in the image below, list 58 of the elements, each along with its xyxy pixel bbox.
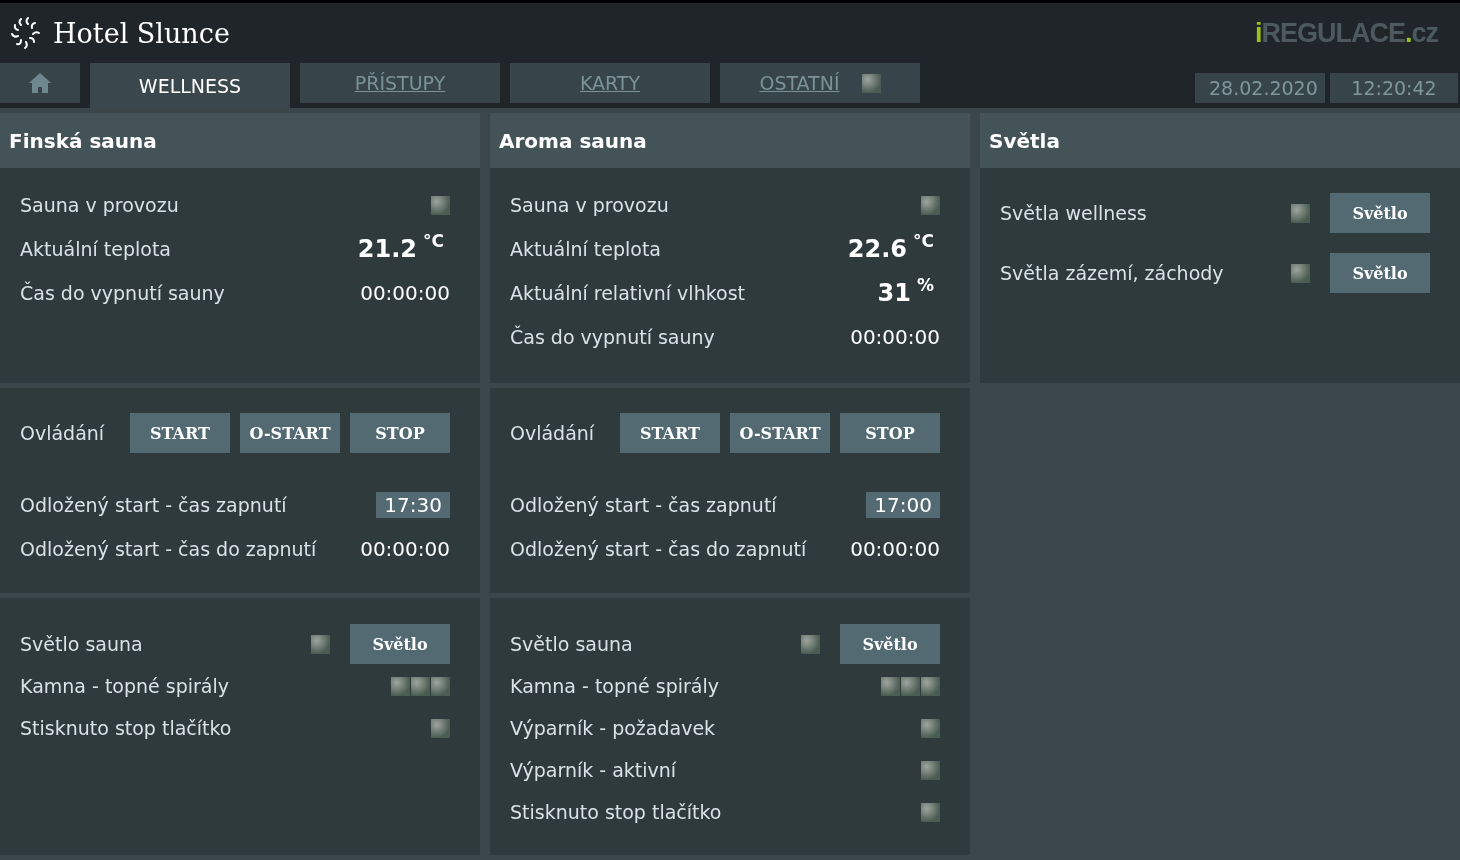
control-button[interactable]: START <box>130 413 230 453</box>
row-label: Výparník - požadavek <box>510 717 717 739</box>
row-label: Kamna - topné spirály <box>510 675 721 697</box>
nav-tab[interactable]: OSTATNÍ <box>720 63 920 103</box>
light-button[interactable]: Světlo <box>1330 253 1430 293</box>
hotel-title: Hotel Slunce <box>53 17 230 49</box>
time-value: 00:00:00 <box>850 325 940 349</box>
measured-value: 21.2 <box>357 235 417 263</box>
nav-tab[interactable]: WELLNESS <box>90 63 290 108</box>
time-setpoint-field[interactable]: 17:30 <box>376 492 450 518</box>
light-button[interactable]: Světlo <box>350 624 450 664</box>
home-icon <box>28 72 52 94</box>
measured-value: 31 <box>877 279 911 307</box>
row-label: Světla zázemí, záchody <box>1000 262 1225 284</box>
control-button[interactable]: O-START <box>730 413 830 453</box>
brand-logo: iREGULACE.cz <box>1254 17 1438 49</box>
control-button[interactable]: O-START <box>240 413 340 453</box>
row-label: Odložený start - čas zapnutí <box>510 494 778 516</box>
row-label: Stisknuto stop tlačítko <box>510 801 723 823</box>
control-button[interactable]: STOP <box>840 413 940 453</box>
row-label: Světlo sauna <box>20 633 144 655</box>
light-button[interactable]: Světlo <box>1330 193 1430 233</box>
nav-tab[interactable]: PŘÍSTUPY <box>300 63 500 103</box>
unit-label: °C <box>423 231 444 251</box>
row-label: Kamna - topné spirály <box>20 675 231 697</box>
row-label: Čas do vypnutí sauny <box>510 326 716 348</box>
row-label: Stisknuto stop tlačítko <box>20 717 233 739</box>
row-label: Ovládání <box>20 422 105 444</box>
home-tab[interactable] <box>0 63 80 103</box>
control-button[interactable]: STOP <box>350 413 450 453</box>
time-value: 00:00:00 <box>360 281 450 305</box>
row-label: Čas do vypnutí sauny <box>20 282 226 304</box>
unit-label: °C <box>913 231 934 251</box>
light-button[interactable]: Světlo <box>840 624 940 664</box>
row-label: Světla wellness <box>1000 202 1148 224</box>
panel-header: Světla <box>980 113 1460 168</box>
time-display: 12:20:42 <box>1330 73 1458 103</box>
unit-label: % <box>916 275 934 295</box>
row-label: Sauna v provozu <box>510 194 670 216</box>
row-label: Výparník - aktivní <box>510 759 678 781</box>
row-label: Sauna v provozu <box>20 194 180 216</box>
row-label: Aktuální teplota <box>510 238 662 260</box>
panel-header: Aroma sauna <box>490 113 970 168</box>
panel-header: Finská sauna <box>0 113 480 168</box>
row-label: Ovládání <box>510 422 595 444</box>
measured-value: 22.6 <box>847 235 907 263</box>
row-label: Odložený start - čas do zapnutí <box>20 538 318 560</box>
row-label: Odložený start - čas do zapnutí <box>510 538 808 560</box>
control-button[interactable]: START <box>620 413 720 453</box>
date-display: 28.02.2020 <box>1195 73 1325 103</box>
row-label: Aktuální relativní vlhkost <box>510 282 746 304</box>
nav-tab[interactable]: KARTY <box>510 63 710 103</box>
row-label: Odložený start - čas zapnutí <box>20 494 288 516</box>
row-label: Světlo sauna <box>510 633 634 655</box>
time-value: 00:00:00 <box>850 537 940 561</box>
time-setpoint-field[interactable]: 17:00 <box>866 492 940 518</box>
row-label: Aktuální teplota <box>20 238 172 260</box>
time-value: 00:00:00 <box>360 537 450 561</box>
